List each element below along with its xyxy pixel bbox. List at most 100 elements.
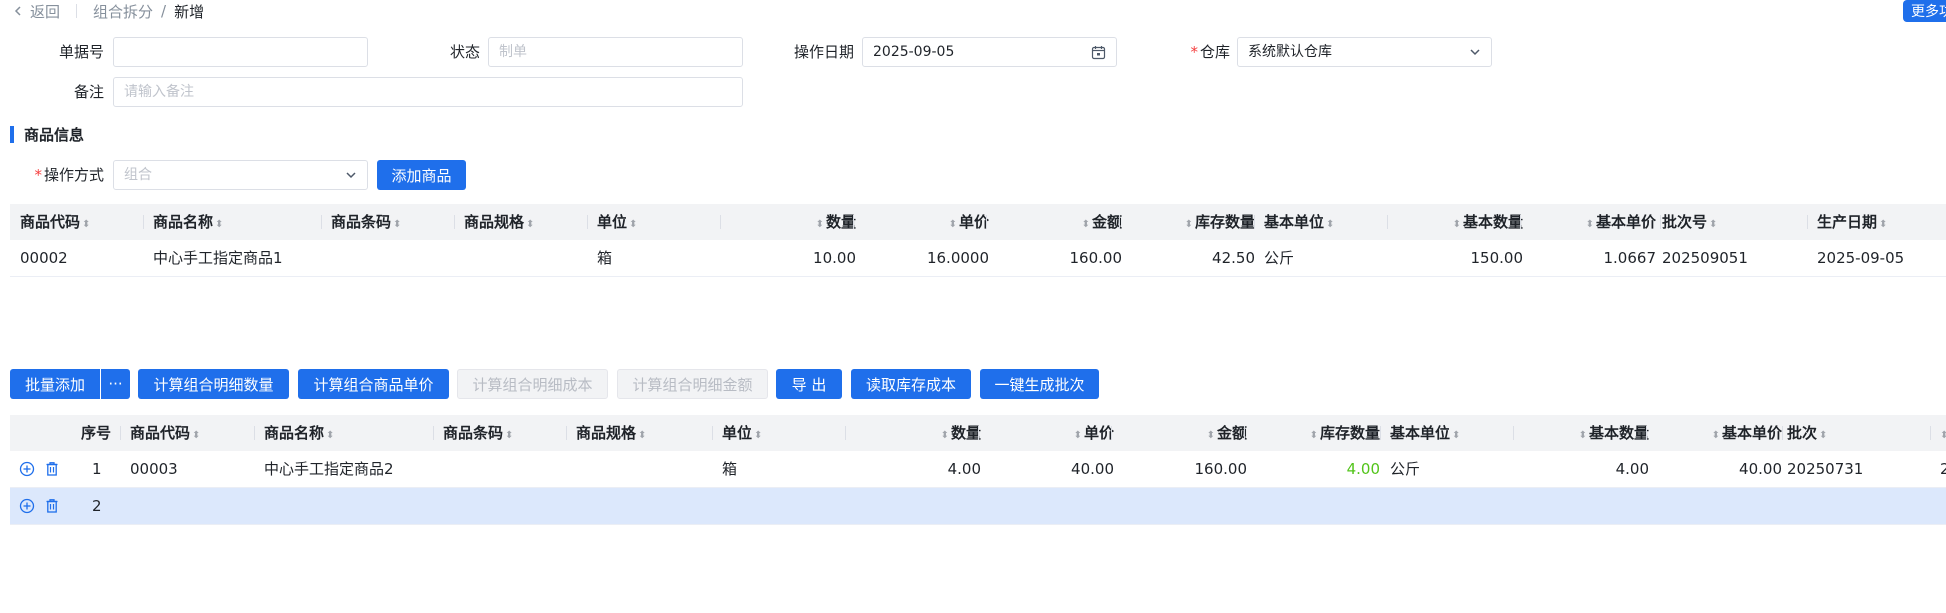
detail-table-header: 序号 商品代码 ⬍ 商品名称 ⬍ 商品条码 ⬍ 商品规格 ⬍ 单位 ⬍ ⬍ 数量 ⬍ 单价 ⬍… (10, 415, 1946, 451)
row-divider (10, 524, 1946, 525)
op-mode-select[interactable]: 组合 (113, 160, 368, 190)
batch-add-more-button[interactable]: ··· (101, 369, 130, 399)
col-header[interactable]: 商品规格 ⬍ (576, 415, 648, 451)
cell-stock: 42.50 (1212, 249, 1255, 267)
doc-no-input[interactable] (113, 37, 368, 67)
back-label: 返回 (30, 2, 61, 21)
col-header[interactable]: ⬍ 数量 (730, 204, 856, 240)
col-header[interactable]: 商品代码 ⬍ (20, 204, 92, 240)
col-header[interactable]: 商品名称 ⬍ (153, 204, 225, 240)
col-header[interactable]: 商品代码 ⬍ (130, 415, 202, 451)
col-header[interactable]: 商品条码 ⬍ (331, 204, 403, 240)
breadcrumb-slash: / (161, 2, 167, 20)
cell-name: 中心手工指定商品1 (153, 249, 283, 267)
warehouse-label: * 仓库 (1170, 37, 1230, 67)
table-row[interactable]: 1 00003 中心手工指定商品2 箱 4.00 40.00 160.00 4.… (10, 451, 1946, 487)
cell-price: 16.0000 (926, 249, 989, 267)
cell-overflow: 2 (1940, 460, 1946, 478)
status-placeholder: 制单 (499, 44, 527, 60)
more-functions-button[interactable]: 更多功 (1903, 0, 1946, 22)
generate-batch-button[interactable]: 一键生成批次 (980, 369, 1099, 399)
col-header-overflow: ⬍ (1940, 430, 1946, 441)
chevron-down-icon (346, 172, 356, 179)
delete-row-icon[interactable] (44, 498, 60, 514)
col-header[interactable]: 商品条码 ⬍ (443, 415, 515, 451)
op-date-value: 2025-09-05 (873, 44, 955, 60)
batch-add-button[interactable]: 批量添加 (10, 369, 100, 399)
breadcrumb-current: 新增 (174, 2, 205, 21)
cell-qty: 4.00 (947, 460, 981, 478)
col-header[interactable]: 基本单位 ⬍ (1390, 415, 1462, 451)
col-header[interactable]: ⬍ 金额 (1121, 415, 1247, 451)
table-row-selected[interactable]: 2 (10, 488, 1946, 524)
col-header[interactable]: 生产日期 ⬍ (1817, 204, 1889, 240)
col-header[interactable]: 商品名称 ⬍ (264, 415, 336, 451)
back-link[interactable]: 返回 (12, 1, 60, 22)
col-header[interactable]: 商品规格 ⬍ (464, 204, 536, 240)
col-header[interactable]: ⬍ 基本数量 (1397, 204, 1523, 240)
table-row[interactable]: 00002 中心手工指定商品1 箱 10.00 16.0000 160.00 4… (10, 240, 1946, 276)
section-title-text: 商品信息 (24, 125, 85, 144)
chevron-left-icon (14, 6, 21, 16)
required-mark: * (34, 166, 42, 184)
col-header[interactable]: ⬍ 库存数量 (1254, 415, 1380, 451)
cell-unit: 箱 (722, 460, 738, 478)
calc-combo-price-button[interactable]: 计算组合商品单价 (298, 369, 449, 399)
cell-qty: 10.00 (813, 249, 856, 267)
cell-seq: 1 (92, 460, 102, 478)
cell-code: 00002 (20, 249, 68, 267)
main-table-header: 商品代码 ⬍ 商品名称 ⬍ 商品条码 ⬍ 商品规格 ⬍ 单位 ⬍ ⬍ 数量 ⬍ 单价 ⬍ 金额 … (10, 204, 1946, 240)
op-mode-label: * 操作方式 (20, 160, 104, 190)
col-header[interactable]: ⬍ 单价 (988, 415, 1114, 451)
cell-prod-date: 2025-09-05 (1817, 249, 1905, 267)
cell-price: 40.00 (1071, 460, 1114, 478)
remark-placeholder: 请输入备注 (124, 84, 194, 100)
add-row-icon[interactable] (19, 498, 35, 514)
calc-detail-amount-button: 计算组合明细金额 (617, 369, 768, 399)
section-title: 商品信息 (10, 124, 84, 144)
read-stock-cost-button[interactable]: 读取库存成本 (851, 369, 971, 399)
col-header[interactable]: ⬍ 金额 (996, 204, 1122, 240)
col-header[interactable]: ⬍ 基本单价 (1530, 204, 1656, 240)
status-input: 制单 (488, 37, 743, 67)
col-header[interactable]: 单位 ⬍ (722, 415, 764, 451)
cell-unit: 箱 (597, 249, 613, 267)
cell-base-qty: 150.00 (1470, 249, 1524, 267)
breadcrumb-parent[interactable]: 组合拆分 (93, 1, 153, 22)
remark-label: 备注 (73, 83, 104, 101)
add-product-button[interactable]: 添加商品 (377, 160, 466, 190)
remark-input[interactable]: 请输入备注 (113, 77, 743, 107)
breadcrumb-divider (76, 4, 78, 18)
calc-detail-cost-button: 计算组合明细成本 (457, 369, 608, 399)
col-header[interactable]: 批次 ⬍ (1787, 415, 1829, 451)
cell-base-price: 1.0667 (1603, 249, 1657, 267)
breadcrumb: 返回 组合拆分 / 新增 (12, 0, 204, 22)
col-header[interactable]: ⬍ 库存数量 (1129, 204, 1255, 240)
row-divider (10, 276, 1946, 277)
add-row-icon[interactable] (19, 461, 35, 477)
delete-row-icon[interactable] (44, 461, 60, 477)
col-header[interactable]: 单位 ⬍ (597, 204, 639, 240)
op-date-picker[interactable]: 2025-09-05 (862, 37, 1117, 67)
cell-base-unit: 公斤 (1264, 249, 1295, 267)
cell-batch: 20250731 (1787, 460, 1864, 478)
cell-stock: 4.00 (1346, 460, 1380, 478)
cell-base-price: 40.00 (1739, 460, 1782, 478)
op-mode-value: 组合 (124, 167, 152, 183)
cell-seq: 2 (92, 497, 102, 515)
section-accent-bar (10, 125, 14, 143)
export-button[interactable]: 导 出 (776, 369, 842, 399)
col-header[interactable]: 批次号 ⬍ (1662, 204, 1719, 240)
col-header[interactable]: ⬍ 基本数量 (1523, 415, 1649, 451)
doc-no-label: 单据号 (58, 43, 104, 61)
status-label: 状态 (449, 43, 480, 61)
col-header[interactable]: ⬍ 基本单价 (1656, 415, 1782, 451)
col-header[interactable]: ⬍ 数量 (855, 415, 981, 451)
calc-detail-qty-button[interactable]: 计算组合明细数量 (138, 369, 289, 399)
calendar-icon (1091, 45, 1106, 59)
cell-base-unit: 公斤 (1390, 460, 1421, 478)
col-header[interactable]: ⬍ 单价 (863, 204, 989, 240)
warehouse-select[interactable]: 系统默认仓库 (1237, 37, 1492, 67)
op-mode-label-text: 操作方式 (43, 166, 104, 184)
col-header[interactable]: 基本单位 ⬍ (1264, 204, 1336, 240)
